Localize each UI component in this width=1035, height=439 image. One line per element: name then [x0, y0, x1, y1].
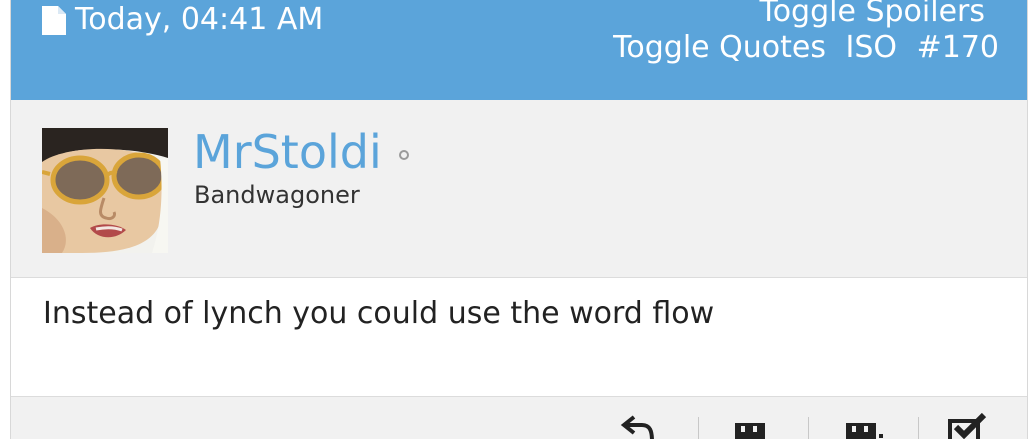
footer-separator: [698, 417, 699, 439]
post-footer: [11, 396, 1027, 439]
post-date: Today, 04:41 AM: [75, 2, 324, 37]
reply-icon[interactable]: [620, 413, 656, 439]
post-header: Today, 04:41 AM Toggle Spoilers Toggle Q…: [11, 0, 1027, 100]
post-number-link[interactable]: #170: [917, 30, 999, 65]
forum-post: Today, 04:41 AM Toggle Spoilers Toggle Q…: [10, 0, 1028, 439]
footer-separator: [918, 417, 919, 439]
iso-link[interactable]: ISO: [846, 30, 898, 65]
document-icon: [42, 6, 66, 35]
multiquote-icon[interactable]: [844, 413, 888, 439]
checkbox-icon[interactable]: [946, 413, 988, 439]
footer-separator: [808, 417, 809, 439]
toggle-spoilers-link[interactable]: Toggle Spoilers: [759, 0, 985, 29]
offline-status-icon: [399, 150, 409, 160]
toggle-quotes-link[interactable]: Toggle Quotes: [613, 30, 826, 65]
post-header-links: Toggle Spoilers Toggle Quotes ISO #170: [603, 0, 999, 66]
user-info-panel: MrStoldi Bandwagoner: [11, 100, 1027, 278]
username-link[interactable]: MrStoldi: [193, 124, 382, 180]
avatar[interactable]: [42, 128, 168, 253]
post-content: Instead of lynch you could use the word …: [11, 278, 1027, 396]
user-title: Bandwagoner: [194, 181, 360, 209]
post-message: Instead of lynch you could use the word …: [43, 296, 715, 331]
quote-icon[interactable]: [733, 413, 769, 439]
